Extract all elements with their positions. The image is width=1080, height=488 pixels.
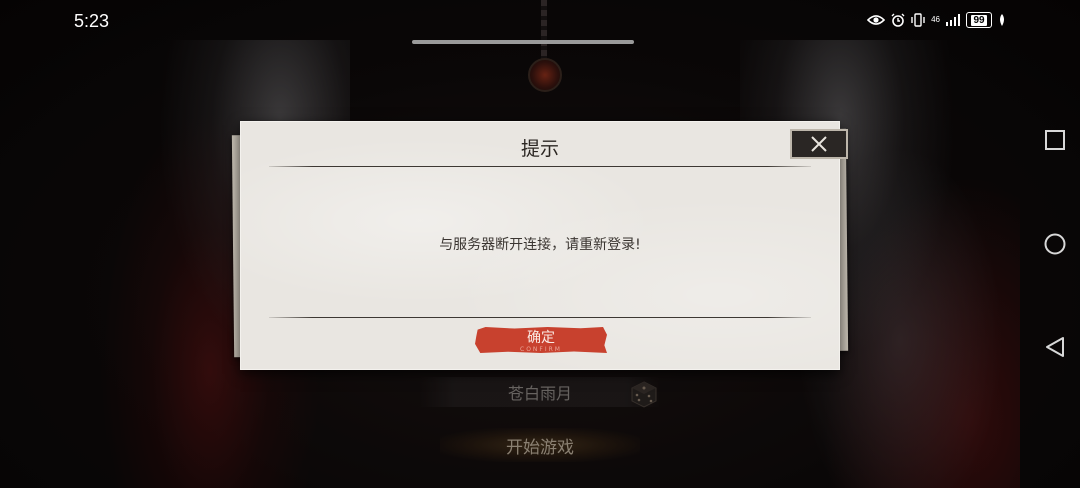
back-button[interactable]: [1043, 335, 1067, 359]
leaf-icon: [998, 14, 1006, 26]
vibrate-icon: [911, 13, 925, 27]
confirm-sublabel: CONFIRM: [520, 346, 562, 353]
close-icon: [811, 136, 827, 152]
square-icon: [1045, 130, 1065, 150]
title-divider: [269, 166, 811, 167]
home-button[interactable]: [1043, 232, 1067, 256]
network-type-label: 46: [931, 15, 940, 24]
alarm-icon: [891, 13, 905, 27]
signal-icon: [946, 14, 960, 26]
circle-icon: [1044, 233, 1066, 255]
confirm-label: 确定: [527, 330, 555, 346]
footer-divider: [269, 317, 811, 318]
game-screen: 苍白雨月 开始游戏 5:23 46 99 提示 与服务器断开连接，请重新登录! …: [0, 0, 1080, 488]
eye-icon: [867, 14, 886, 26]
battery-level: 99: [971, 14, 987, 26]
alert-dialog: 提示 与服务器断开连接，请重新登录! 确定 CONFIRM: [240, 121, 840, 370]
recent-apps-button[interactable]: [1043, 128, 1067, 152]
dialog-message: 与服务器断开连接，请重新登录!: [439, 237, 641, 253]
dialog-title: 提示: [520, 138, 559, 160]
gesture-handle[interactable]: [412, 40, 634, 44]
battery-icon: 99: [966, 12, 992, 28]
triangle-back-icon: [1046, 337, 1064, 357]
status-time: 5:23: [74, 11, 110, 31]
close-button[interactable]: [790, 129, 848, 159]
confirm-button[interactable]: 确定 CONFIRM: [475, 327, 607, 353]
status-icons: 46 99: [867, 12, 1006, 28]
